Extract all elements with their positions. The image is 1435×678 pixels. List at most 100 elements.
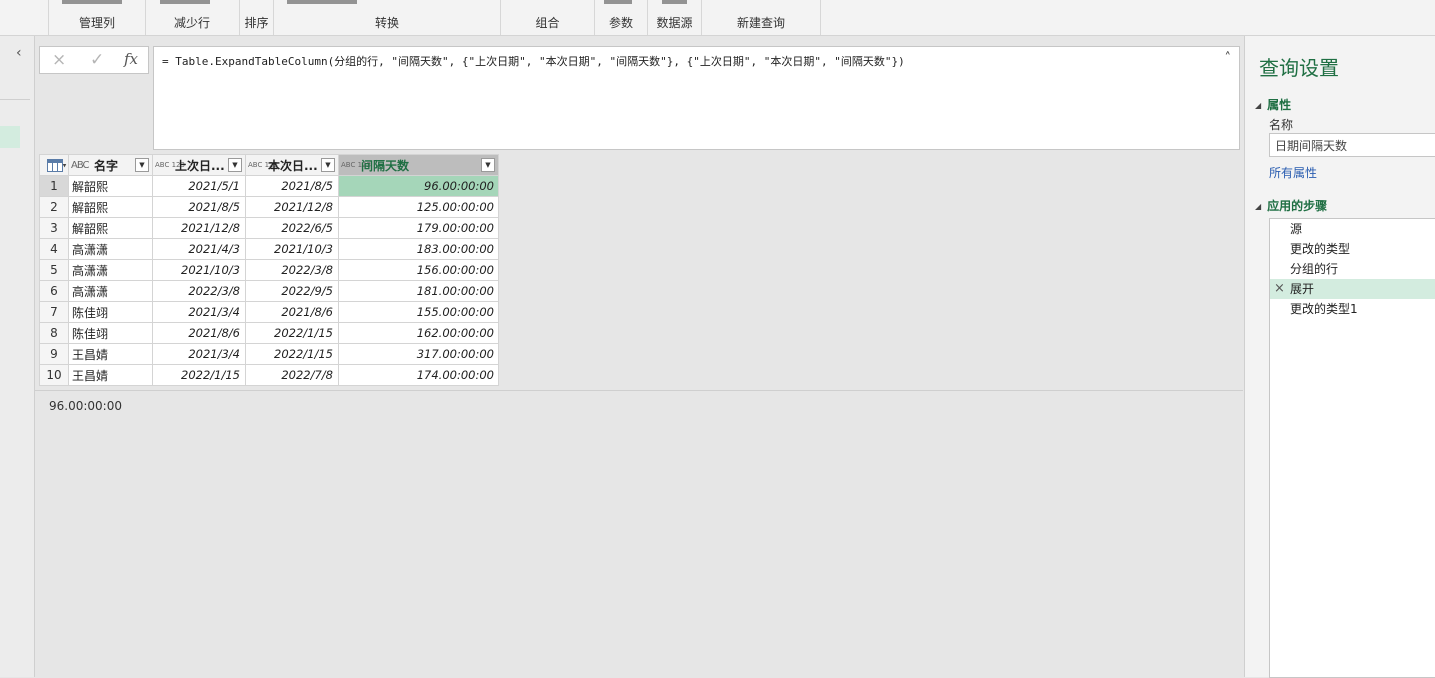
cell-interval-days[interactable]: 183.00:00:00 <box>338 238 499 260</box>
cell-last-date[interactable]: 2021/10/3 <box>152 259 246 281</box>
cell-last-date[interactable]: 2021/12/8 <box>152 217 246 239</box>
cell-current-date[interactable]: 2022/1/15 <box>245 343 339 365</box>
cell-name[interactable]: 高潇潇 <box>68 259 153 281</box>
cell-interval-days[interactable]: 174.00:00:00 <box>338 364 499 386</box>
cell-current-date[interactable]: 2021/12/8 <box>245 196 339 218</box>
all-properties-link[interactable]: 所有属性 <box>1269 164 1317 181</box>
row-number[interactable]: 3 <box>39 217 69 239</box>
table-row[interactable]: 1 解韶熙 2021/5/1 2021/8/5 96.00:00:00 <box>39 175 499 197</box>
cell-last-date[interactable]: 2021/3/4 <box>152 301 246 323</box>
row-number[interactable]: 7 <box>39 301 69 323</box>
row-number[interactable]: 5 <box>39 259 69 281</box>
table-row[interactable]: 9 王昌婧 2021/3/4 2022/1/15 317.00:00:00 <box>39 343 499 365</box>
cell-current-date[interactable]: 2022/9/5 <box>245 280 339 302</box>
formula-input[interactable]: = Table.ExpandTableColumn(分组的行, "间隔天数", … <box>153 46 1240 150</box>
filter-dropdown-icon[interactable]: ▼ <box>135 158 149 172</box>
cell-interval-days[interactable]: 96.00:00:00 <box>338 175 499 197</box>
filter-dropdown-icon[interactable]: ▼ <box>481 158 495 172</box>
delete-step-icon[interactable]: × <box>1274 279 1285 299</box>
filter-dropdown-icon[interactable]: ▼ <box>321 158 335 172</box>
cell-current-date[interactable]: 2022/6/5 <box>245 217 339 239</box>
table-row[interactable]: 3 解韶熙 2021/12/8 2022/6/5 179.00:00:00 <box>39 217 499 239</box>
properties-section[interactable]: ◢ 属性 <box>1255 96 1291 113</box>
cell-name[interactable]: 解韶熙 <box>68 196 153 218</box>
applied-step[interactable]: 更改的类型1 <box>1270 299 1435 319</box>
cell-interval-days[interactable]: 317.00:00:00 <box>338 343 499 365</box>
cell-name[interactable]: 高潇潇 <box>68 238 153 260</box>
cell-current-date[interactable]: 2021/10/3 <box>245 238 339 260</box>
formula-text[interactable]: = Table.ExpandTableColumn(分组的行, "间隔天数", … <box>162 53 905 69</box>
cell-last-date[interactable]: 2021/4/3 <box>152 238 246 260</box>
fx-icon[interactable]: fx <box>124 50 138 68</box>
cell-name[interactable]: 陈佳翊 <box>68 322 153 344</box>
table-row[interactable]: 6 高潇潇 2022/3/8 2022/9/5 181.00:00:00 <box>39 280 499 302</box>
query-name-value[interactable]: 日期间隔天数 <box>1275 137 1347 154</box>
cell-interval-days[interactable]: 162.00:00:00 <box>338 322 499 344</box>
ribbon-group-combine[interactable]: 组合 <box>501 0 595 35</box>
applied-step[interactable]: × 展开 <box>1270 279 1435 299</box>
ribbon-group-sort[interactable]: 排序 <box>240 0 274 35</box>
chevron-up-icon[interactable]: ˄ <box>1225 51 1232 66</box>
cell-interval-days[interactable]: 125.00:00:00 <box>338 196 499 218</box>
cell-last-date[interactable]: 2021/8/5 <box>152 196 246 218</box>
cancel-icon[interactable]: × <box>52 50 66 70</box>
cell-current-date[interactable]: 2022/7/8 <box>245 364 339 386</box>
cell-last-date[interactable]: 2022/3/8 <box>152 280 246 302</box>
check-icon[interactable]: ✓ <box>90 50 104 70</box>
table-row[interactable]: 10 王昌婧 2022/1/15 2022/7/8 174.00:00:00 <box>39 364 499 386</box>
cell-name[interactable]: 陈佳翊 <box>68 301 153 323</box>
cell-last-date[interactable]: 2022/1/15 <box>152 364 246 386</box>
cell-name[interactable]: 高潇潇 <box>68 280 153 302</box>
row-number[interactable]: 2 <box>39 196 69 218</box>
table-row[interactable]: 4 高潇潇 2021/4/3 2021/10/3 183.00:00:00 <box>39 238 499 260</box>
cell-interval-days[interactable]: 179.00:00:00 <box>338 217 499 239</box>
column-header-name[interactable]: ABC 名字 ▼ <box>68 154 153 176</box>
query-name-input[interactable]: 日期间隔天数 <box>1269 133 1435 157</box>
any-type-icon[interactable]: ABC 123 <box>155 161 185 169</box>
ribbon-group-transform[interactable]: 转换 <box>274 0 501 35</box>
cell-interval-days[interactable]: 181.00:00:00 <box>338 280 499 302</box>
cell-name[interactable]: 解韶熙 <box>68 217 153 239</box>
cell-name[interactable]: 解韶熙 <box>68 175 153 197</box>
selected-query-indicator[interactable] <box>0 126 20 148</box>
ribbon-group-parameters[interactable]: 参数 <box>595 0 648 35</box>
cell-current-date[interactable]: 2021/8/5 <box>245 175 339 197</box>
cell-last-date[interactable]: 2021/8/6 <box>152 322 246 344</box>
table-row[interactable]: 7 陈佳翊 2021/3/4 2021/8/6 155.00:00:00 <box>39 301 499 323</box>
cell-current-date[interactable]: 2022/3/8 <box>245 259 339 281</box>
row-number[interactable]: 6 <box>39 280 69 302</box>
cell-last-date[interactable]: 2021/5/1 <box>152 175 246 197</box>
any-type-icon[interactable]: ABC 123 <box>341 161 371 169</box>
column-header-current-date[interactable]: ABC 123本次日... ▼ <box>245 154 339 176</box>
ribbon-group-data-sources[interactable]: 数据源 <box>648 0 702 35</box>
applied-step[interactable]: 分组的行 <box>1270 259 1435 279</box>
text-type-icon[interactable]: ABC <box>71 160 91 170</box>
row-number[interactable]: 8 <box>39 322 69 344</box>
filter-dropdown-icon[interactable]: ▼ <box>228 158 242 172</box>
ribbon-group-manage-columns[interactable]: 管理列 <box>48 0 146 35</box>
cell-current-date[interactable]: 2021/8/6 <box>245 301 339 323</box>
collapse-triangle-icon[interactable]: ◢ <box>1255 202 1261 211</box>
applied-step[interactable]: 源 <box>1270 219 1435 239</box>
table-row[interactable]: 5 高潇潇 2021/10/3 2022/3/8 156.00:00:00 <box>39 259 499 281</box>
cell-current-date[interactable]: 2022/1/15 <box>245 322 339 344</box>
table-menu-button[interactable]: ▾ <box>39 154 69 176</box>
collapse-triangle-icon[interactable]: ◢ <box>1255 101 1261 110</box>
row-number[interactable]: 4 <box>39 238 69 260</box>
cell-interval-days[interactable]: 155.00:00:00 <box>338 301 499 323</box>
applied-steps-section[interactable]: ◢ 应用的步骤 <box>1255 197 1327 214</box>
table-row[interactable]: 8 陈佳翊 2021/8/6 2022/1/15 162.00:00:00 <box>39 322 499 344</box>
cell-name[interactable]: 王昌婧 <box>68 343 153 365</box>
table-row[interactable]: 2 解韶熙 2021/8/5 2021/12/8 125.00:00:00 <box>39 196 499 218</box>
row-number[interactable]: 9 <box>39 343 69 365</box>
ribbon-group-new-query[interactable]: 新建查询 <box>702 0 821 35</box>
column-header-last-date[interactable]: ABC 123上次日... ▼ <box>152 154 246 176</box>
any-type-icon[interactable]: ABC 123 <box>248 161 278 169</box>
cell-interval-days[interactable]: 156.00:00:00 <box>338 259 499 281</box>
cell-name[interactable]: 王昌婧 <box>68 364 153 386</box>
ribbon-group-reduce-rows[interactable]: 减少行 <box>145 0 240 35</box>
applied-step[interactable]: 更改的类型 <box>1270 239 1435 259</box>
row-number[interactable]: 1 <box>39 175 69 197</box>
column-header-interval-days[interactable]: ABC 123间隔天数 ▼ <box>338 154 499 176</box>
cell-last-date[interactable]: 2021/3/4 <box>152 343 246 365</box>
